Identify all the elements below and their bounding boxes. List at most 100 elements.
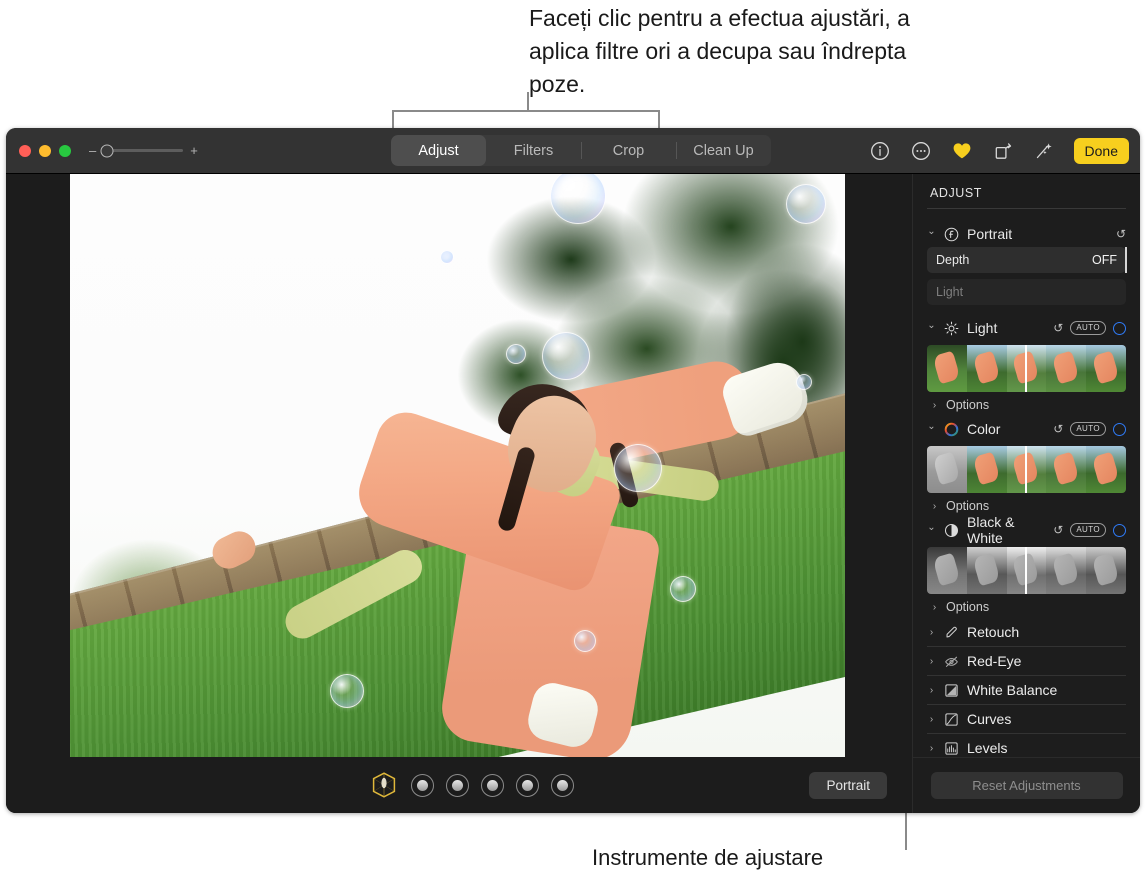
light-variation-thumb[interactable] [1086,345,1126,392]
chevron-down-icon[interactable] [927,525,936,536]
high-key-light-mono-icon[interactable] [551,774,574,797]
zoom-slider-knob[interactable] [101,144,114,157]
section-portrait[interactable]: Portrait ↺ [927,221,1126,247]
photos-editor-window: – + Adjust Filters Crop Clean Up [6,128,1140,813]
color-variation-thumb[interactable] [1046,446,1086,493]
chevron-right-icon[interactable] [927,656,936,667]
sidebar-item-levels[interactable]: Levels [927,734,1126,757]
tab-filters[interactable]: Filters [486,135,581,166]
favorite-heart-icon[interactable] [951,140,973,162]
zoom-out-icon[interactable]: – [89,144,96,157]
light-variation-thumb[interactable] [927,345,967,392]
auto-button[interactable]: AUTO [1070,523,1106,537]
minimize-window-button[interactable] [39,145,51,157]
section-light-actions[interactable]: ↺ AUTO [1053,321,1126,335]
chevron-right-icon[interactable] [927,685,936,696]
photo-bubble [542,332,590,380]
photo-canvas[interactable]: Portrait [6,174,912,813]
chevron-right-icon[interactable] [927,627,936,638]
enhance-magic-wand-icon[interactable] [1033,140,1055,162]
section-color[interactable]: Color ↺ AUTO [927,416,1126,442]
tab-clean-up[interactable]: Clean Up [676,135,771,166]
adjust-panel-title: ADJUST [927,174,1126,208]
light-variation-thumb[interactable] [967,345,1007,392]
undo-icon[interactable]: ↺ [1053,321,1063,335]
section-black-white-label: Black & White [967,514,1046,546]
auto-button[interactable]: AUTO [1070,422,1106,436]
chevron-right-icon[interactable] [927,743,936,754]
color-variation-thumb[interactable] [967,446,1007,493]
sidebar-item-red-eye[interactable]: Red-Eye [927,647,1126,676]
chevron-right-icon[interactable] [930,400,939,411]
sidebar-item-retouch[interactable]: Retouch [927,618,1126,647]
auto-button[interactable]: AUTO [1070,321,1106,335]
section-black-white[interactable]: Black & White ↺ AUTO [927,517,1126,543]
chevron-right-icon[interactable] [927,714,936,725]
info-icon[interactable] [869,140,891,162]
chevron-down-icon[interactable] [927,424,936,435]
section-black-white-actions[interactable]: ↺ AUTO [1053,523,1126,537]
window-body: Portrait ADJUST [6,174,1140,813]
slider-portrait-light[interactable]: Light [927,279,1126,305]
close-window-button[interactable] [19,145,31,157]
adjust-sidebar-scroll[interactable]: ADJUST Portrait ↺ [913,174,1140,757]
sidebar-item-curves-label: Curves [967,711,1011,727]
edited-photo[interactable] [70,174,845,757]
chevron-down-icon[interactable] [927,323,936,334]
zoom-in-icon[interactable]: + [190,144,198,157]
contour-light-icon[interactable] [446,774,469,797]
sidebar-item-retouch-label: Retouch [967,624,1019,640]
black-white-variations-strip[interactable] [927,547,1126,594]
color-variation-thumb[interactable] [1086,446,1126,493]
stage-light-mono-icon[interactable] [516,774,539,797]
section-light[interactable]: Light ↺ AUTO [927,315,1126,341]
slider-depth-value: OFF [1092,253,1117,267]
bw-variation-thumb[interactable] [927,547,967,594]
color-variation-thumb[interactable] [927,446,967,493]
natural-light-cube-icon[interactable] [369,770,399,800]
zoom-slider-track[interactable] [103,149,183,152]
reset-adjustments-button[interactable]: Reset Adjustments [931,772,1123,799]
section-portrait-actions[interactable]: ↺ [1116,227,1126,241]
traffic-lights[interactable] [19,145,71,157]
red-eye-icon [943,653,960,670]
undo-icon[interactable]: ↺ [1053,523,1063,537]
black-white-options-toggle[interactable]: Options [927,596,1126,618]
black-white-dial-control[interactable] [1113,524,1126,537]
maximize-window-button[interactable] [59,145,71,157]
light-dial-control[interactable] [1113,322,1126,335]
portrait-f-stop-icon [943,226,960,243]
light-variations-strip[interactable] [927,345,1126,392]
tab-adjust[interactable]: Adjust [391,135,486,166]
chevron-right-icon[interactable] [930,501,939,512]
undo-icon[interactable]: ↺ [1116,227,1126,241]
bw-variation-selection-marker [1025,547,1027,594]
sidebar-item-curves[interactable]: Curves [927,705,1126,734]
editor-mode-tabs[interactable]: Adjust Filters Crop Clean Up [391,135,771,166]
undo-icon[interactable]: ↺ [1053,422,1063,436]
callout-top-stem [527,92,529,111]
done-button[interactable]: Done [1074,138,1129,164]
section-color-actions[interactable]: ↺ AUTO [1053,422,1126,436]
chevron-right-icon[interactable] [930,602,939,613]
color-variations-strip[interactable] [927,446,1126,493]
zoom-slider[interactable]: – + [89,144,198,157]
photo-bubble [786,184,826,224]
sidebar-item-white-balance[interactable]: White Balance [927,676,1126,705]
slider-depth[interactable]: Depth OFF [927,247,1126,273]
stage-light-icon[interactable] [481,774,504,797]
lighting-effects-picker[interactable] [369,770,574,800]
tab-crop[interactable]: Crop [581,135,676,166]
portrait-mode-button[interactable]: Portrait [809,772,887,799]
more-options-icon[interactable] [910,140,932,162]
rotate-icon[interactable] [992,140,1014,162]
studio-light-icon[interactable] [411,774,434,797]
bw-variation-thumb[interactable] [1046,547,1086,594]
light-variation-thumb[interactable] [1046,345,1086,392]
bw-variation-thumb[interactable] [1086,547,1126,594]
light-options-toggle[interactable]: Options [927,394,1126,416]
color-dial-control[interactable] [1113,423,1126,436]
portrait-lighting-bar: Portrait [6,757,912,813]
chevron-down-icon[interactable] [927,229,936,240]
bw-variation-thumb[interactable] [967,547,1007,594]
